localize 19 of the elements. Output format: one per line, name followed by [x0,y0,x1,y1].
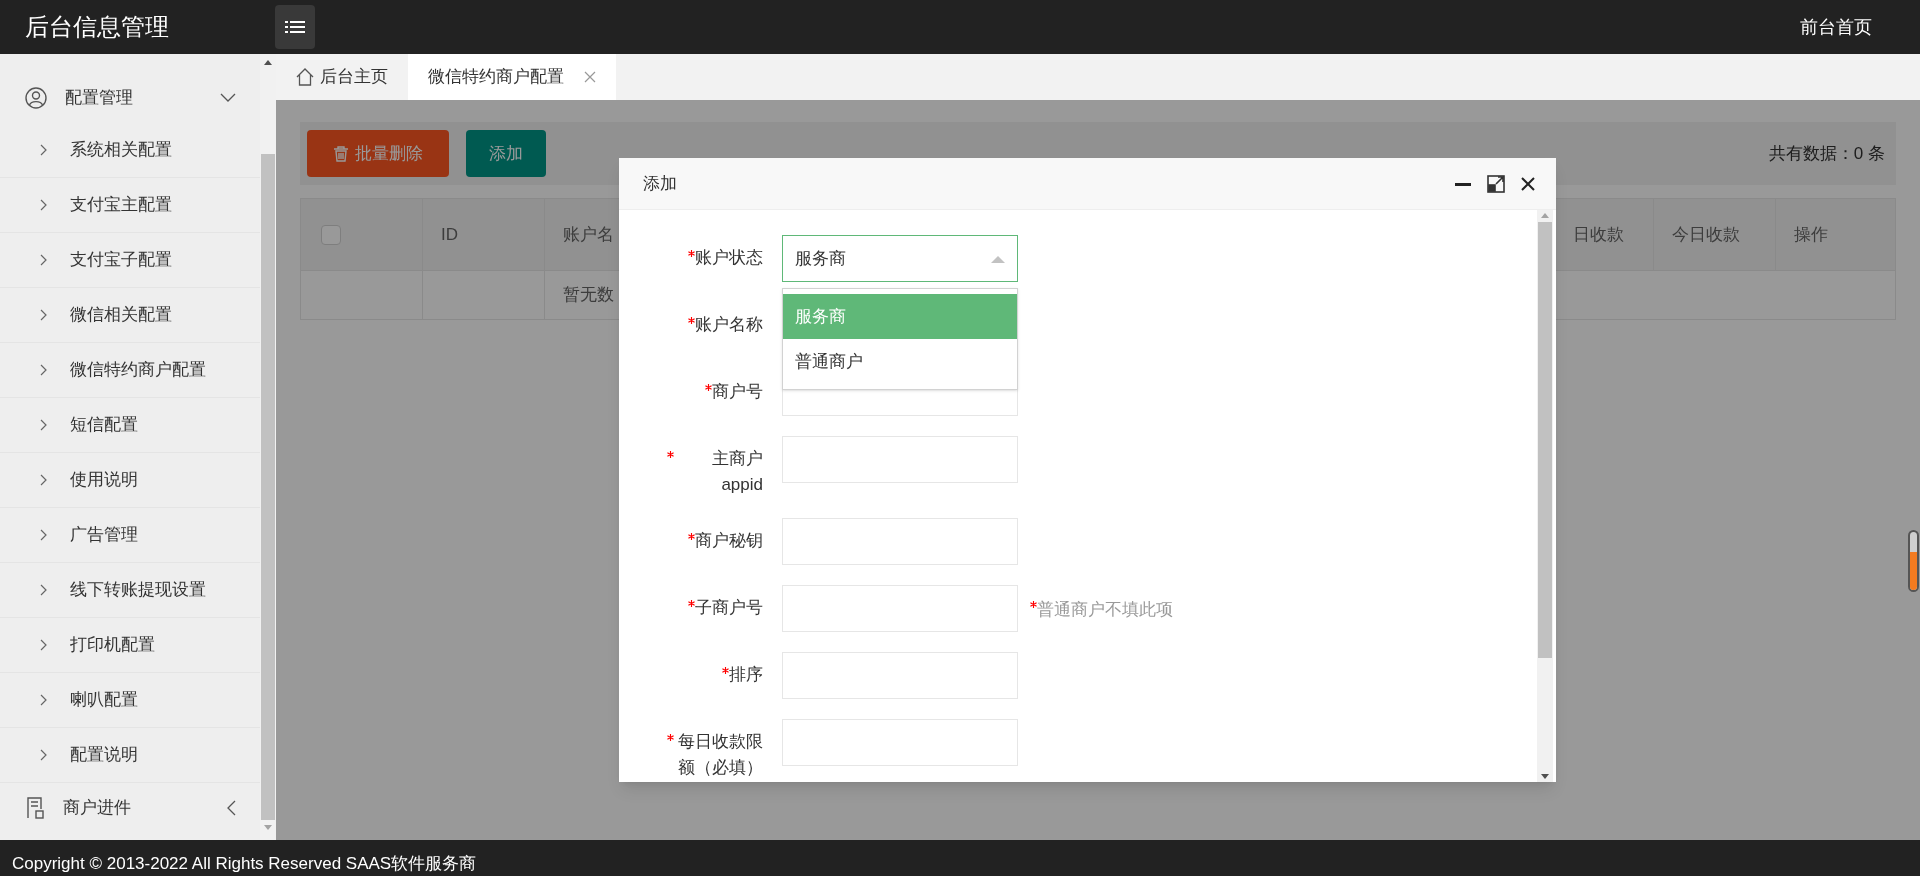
field-label: 排序 [729,664,763,686]
field-hint: 普通商户不填此项 [1037,599,1173,621]
empty-table-message: 暂无数 [563,284,614,307]
field-label: 商户号 [712,381,763,403]
dialog-title: 添加 [643,172,677,195]
column-header: 日收款 [1573,223,1624,246]
field-label: 商户秘钥 [695,530,763,552]
total-count: 共有数据：0 条 [1768,142,1885,165]
column-header: 今日收款 [1672,223,1740,246]
copyright-text: Copyright © 2013-2022 All Rights Reserved SAAS软件服务商 [12,853,477,875]
field-label: 子商户号 [695,597,763,619]
field-label: 每日收款限额（必填） [677,731,763,779]
column-header: ID [441,223,458,246]
column-header: 账户名 [563,223,614,246]
app-title: 后台信息管理 [25,12,170,42]
field-label: 账户名称 [695,314,763,336]
field-label: 主商户appid [711,448,763,496]
field-label: 账户状态 [695,247,763,269]
column-header: 操作 [1794,223,1828,246]
